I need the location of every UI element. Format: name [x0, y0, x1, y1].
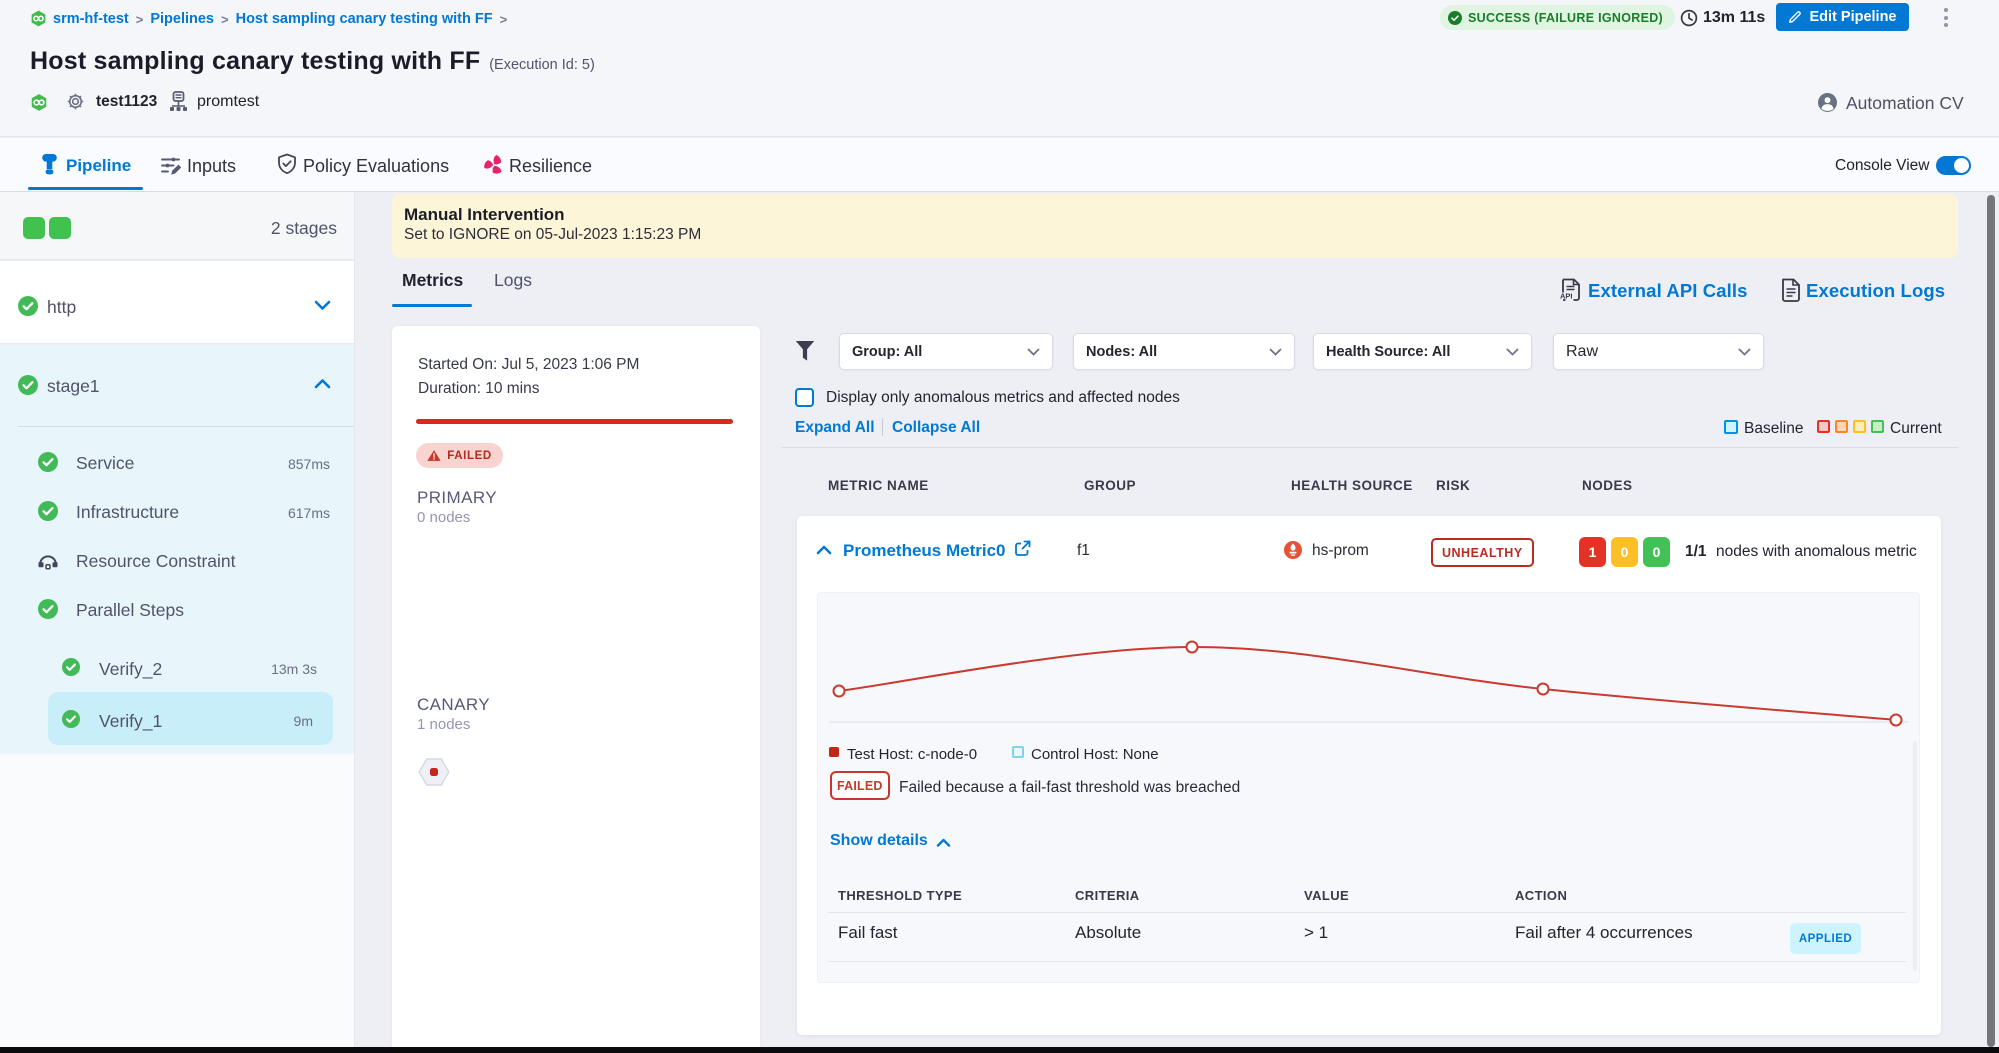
svg-text:API: API	[1560, 292, 1573, 301]
